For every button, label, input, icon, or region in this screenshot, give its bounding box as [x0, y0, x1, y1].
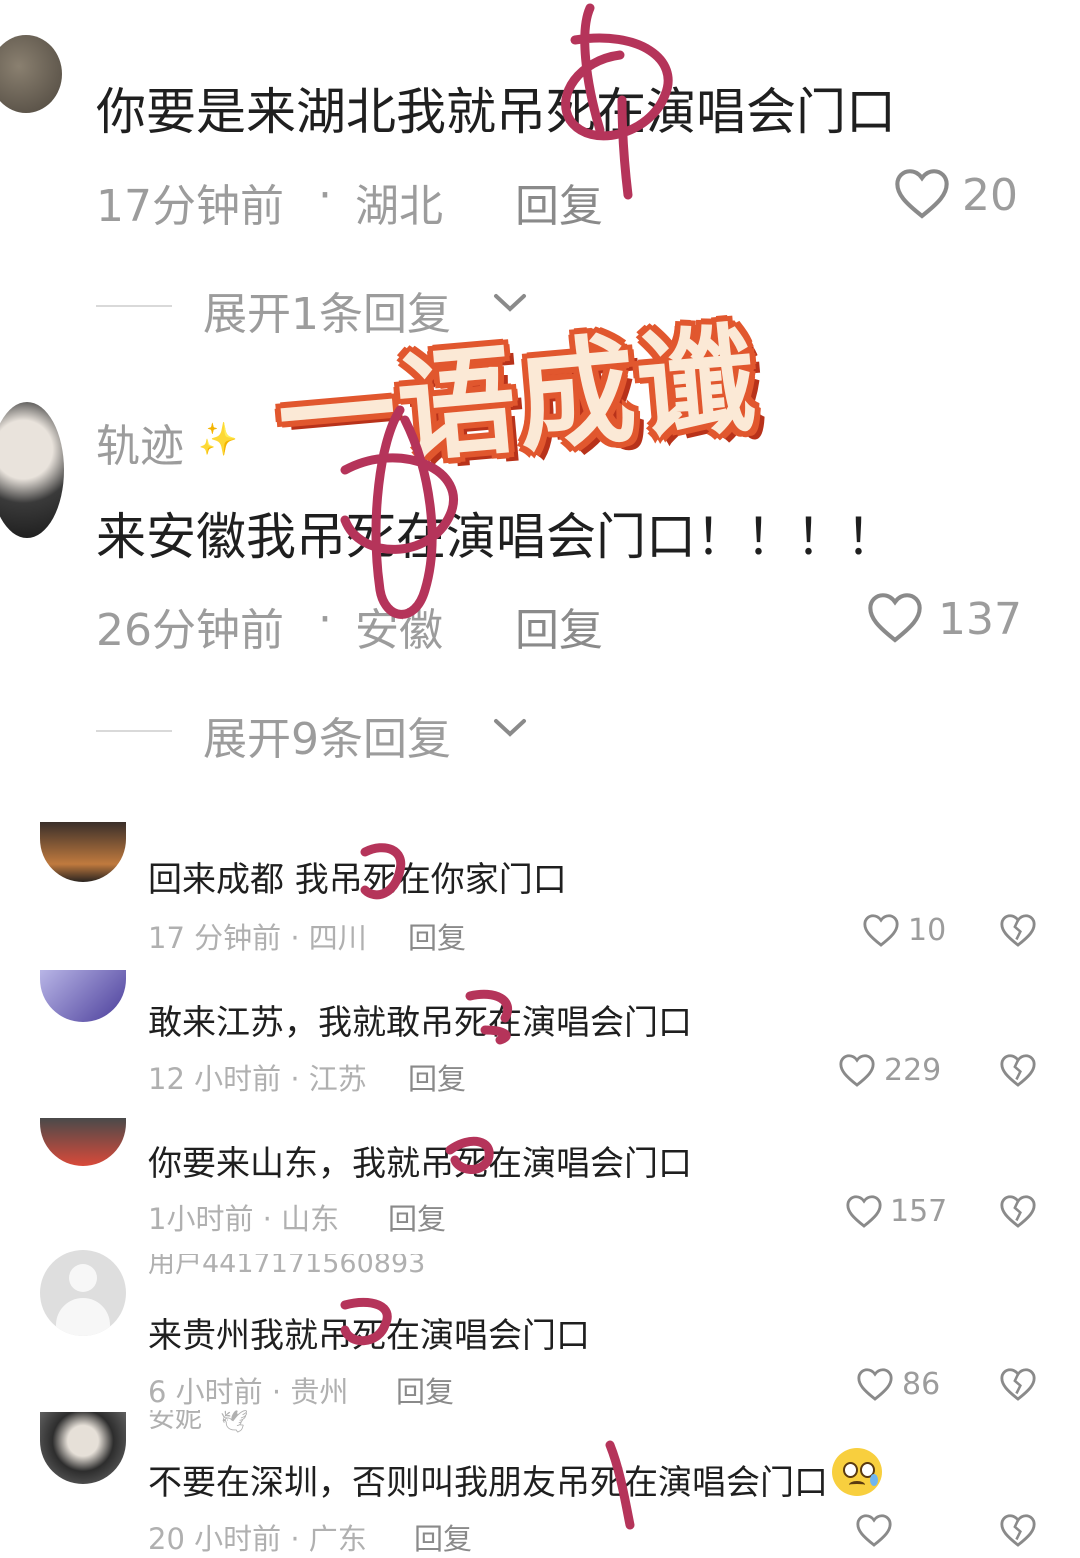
heart-icon[interactable] — [862, 912, 900, 948]
comment-text: 不要在深圳，否则叫我朋友吊死在演唱会门口 — [148, 1463, 828, 1503]
comment-text: 来安徽我吊死在演唱会门口！！！！ — [96, 508, 896, 566]
like-count: 137 — [938, 594, 1022, 645]
comment-meta: 1小时前 · 山东 — [148, 1202, 340, 1236]
comment-meta: 17 分钟前 · 四川 — [148, 921, 367, 955]
username[interactable]: 用户4417171560893 — [148, 1254, 425, 1278]
avatar[interactable] — [40, 1412, 126, 1484]
comment-meta: 12 小时前 · 江苏 — [148, 1062, 367, 1096]
avatar[interactable] — [0, 35, 62, 113]
sparkle-icon: ✨ — [198, 420, 238, 458]
separator: · — [318, 594, 332, 645]
comment-text: 你要是来湖北我就吊死在演唱会门口 — [96, 83, 896, 141]
expand-divider — [96, 730, 172, 732]
anxious-face-emoji — [832, 1448, 882, 1496]
broken-heart-icon[interactable] — [999, 912, 1037, 948]
comment-text: 你要来山东，我就吊死在演唱会门口 — [148, 1144, 692, 1184]
expand-divider — [96, 305, 172, 307]
chevron-down-icon — [494, 719, 526, 737]
reply-button[interactable]: 回复 — [408, 1056, 466, 1098]
expand-replies-button[interactable]: 展开9条回复 — [203, 703, 451, 767]
reply-button[interactable]: 回复 — [396, 1369, 454, 1411]
comment-meta: 6 小时前 · 贵州 — [148, 1375, 349, 1409]
heart-icon[interactable] — [855, 1512, 893, 1548]
broken-heart-icon[interactable] — [999, 1512, 1037, 1548]
comment-time: 17分钟前 — [96, 181, 284, 232]
like-count: 157 — [890, 1194, 948, 1229]
reply-button[interactable]: 回复 — [515, 170, 603, 234]
comment-text: 敢来江苏，我就敢吊死在演唱会门口 — [148, 1003, 692, 1043]
heart-icon[interactable] — [893, 166, 951, 220]
comment-text: 来贵州我就吊死在演唱会门口 — [148, 1316, 590, 1356]
avatar[interactable] — [40, 970, 126, 1022]
broken-heart-icon[interactable] — [999, 1193, 1037, 1229]
reply-button[interactable]: 回复 — [388, 1196, 446, 1238]
username[interactable]: 轨迹 — [96, 410, 184, 474]
egg-icon: 🕊 — [220, 1410, 248, 1435]
comment-region: 湖北 — [355, 181, 443, 232]
heart-icon[interactable] — [856, 1366, 894, 1402]
avatar[interactable] — [40, 822, 126, 882]
avatar[interactable] — [40, 1250, 126, 1336]
reply-button[interactable]: 回复 — [414, 1516, 472, 1558]
like-count: 10 — [908, 913, 947, 948]
username[interactable]: 安妮 — [148, 1410, 202, 1432]
heart-icon[interactable] — [845, 1193, 883, 1229]
broken-heart-icon[interactable] — [999, 1052, 1037, 1088]
comment-region: 安徽 — [355, 605, 443, 656]
reply-button[interactable]: 回复 — [408, 915, 466, 957]
avatar[interactable] — [0, 402, 64, 538]
heart-icon[interactable] — [838, 1052, 876, 1088]
like-count: 229 — [884, 1053, 942, 1088]
comment-time: 26分钟前 — [96, 605, 284, 656]
comment-meta: 20 小时前 · 广东 — [148, 1522, 367, 1556]
comment-text: 回来成都 我吊死在你家门口 — [148, 860, 567, 900]
heart-icon[interactable] — [866, 590, 924, 644]
like-count: 86 — [902, 1367, 941, 1402]
broken-heart-icon[interactable] — [999, 1366, 1037, 1402]
avatar[interactable] — [40, 1118, 126, 1166]
separator: · — [318, 170, 332, 221]
like-count: 20 — [962, 170, 1018, 221]
reply-button[interactable]: 回复 — [515, 594, 603, 658]
